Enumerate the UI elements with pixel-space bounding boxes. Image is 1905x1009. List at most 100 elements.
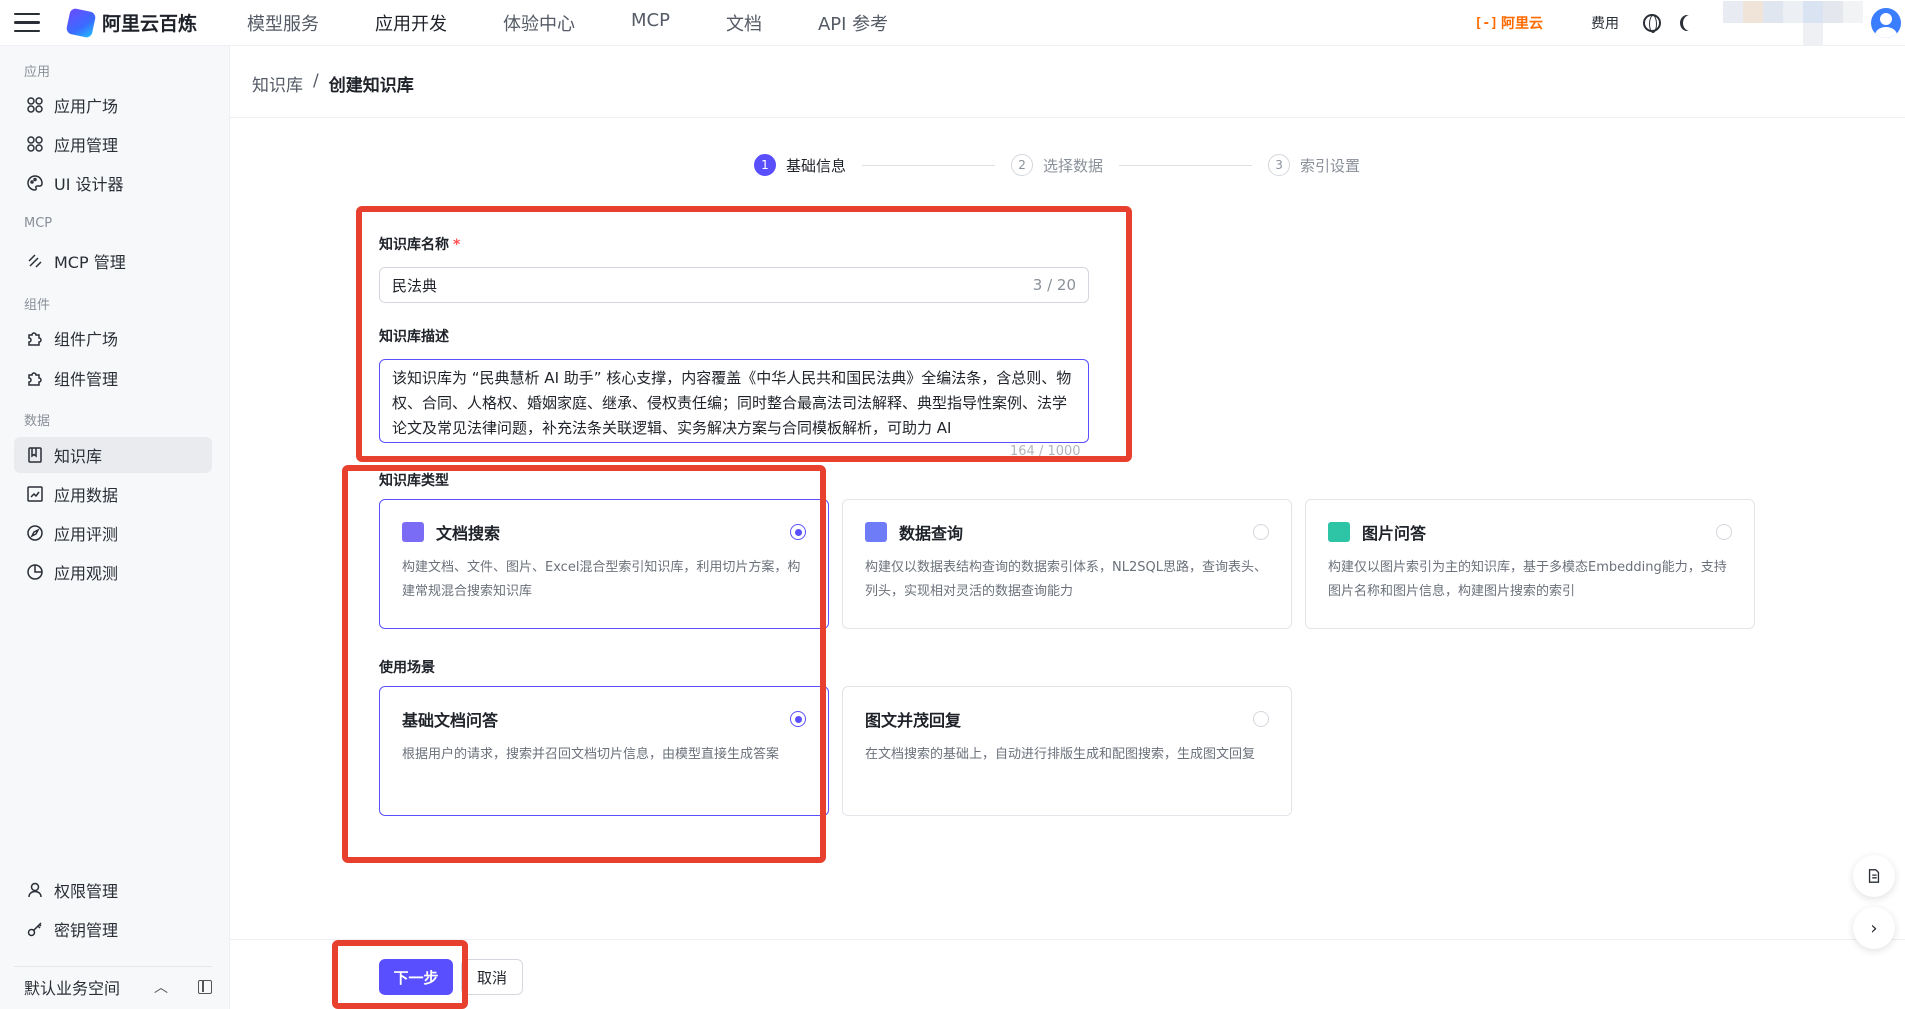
chart-icon — [26, 485, 44, 503]
nav-docs[interactable]: 文档 — [726, 10, 762, 36]
theme-icon[interactable] — [1683, 15, 1697, 31]
breadcrumb: 知识库 / 创建知识库 — [252, 71, 414, 96]
name-char-count: 3 / 20 — [1032, 276, 1076, 294]
plug-icon — [26, 252, 44, 270]
puzzle-icon — [26, 329, 44, 347]
radio-unselected[interactable] — [1253, 711, 1269, 727]
step-label: 索引设置 — [1300, 156, 1361, 175]
breadcrumb-parent[interactable]: 知识库 — [252, 71, 303, 96]
sidebar-item-label: 应用观测 — [54, 564, 119, 583]
sidebar-item-label: 应用管理 — [54, 136, 119, 155]
sidebar-item-app-eval[interactable]: 应用评测 — [14, 515, 212, 551]
step-number: 1 — [754, 154, 776, 176]
chevron-up-icon: ︿ — [154, 979, 168, 996]
sidebar-group-component: 组件 — [24, 298, 51, 313]
brand-logo-icon — [65, 7, 97, 38]
scene-card-rich-reply[interactable]: 图文并茂回复 在文档搜索的基础上，自动进行排版生成和配图搜索，生成图文回复 — [842, 686, 1292, 816]
sidebar-item-ui-designer[interactable]: UI 设计器 — [14, 165, 212, 201]
doc-search-icon — [402, 522, 424, 542]
sidebar-item-app-data[interactable]: 应用数据 — [14, 476, 212, 512]
card-title: 数据查询 — [865, 520, 1269, 544]
fee-link[interactable]: 费用 — [1591, 13, 1619, 33]
nav-mcp[interactable]: MCP — [631, 10, 670, 36]
step-basic-info: 1 基础信息 — [754, 154, 846, 176]
sidebar-item-app-observe[interactable]: 应用观测 — [14, 554, 212, 590]
menu-icon[interactable] — [14, 12, 40, 33]
brand[interactable]: 阿里云百炼 — [65, 7, 197, 38]
card-title: 文档搜索 — [402, 520, 806, 544]
main-content: 知识库 / 创建知识库 1 基础信息 2 选择数据 3 索引设置 知识库名称 * … — [230, 46, 1905, 1009]
top-bar: 阿里云百炼 模型服务 应用开发 体验中心 MCP 文档 API 参考 [-] 阿… — [0, 0, 1905, 46]
scene-card-basic-qa[interactable]: 基础文档问答 根据用户的请求，搜索并召回文档切片信息，由模型直接生成答案 — [379, 686, 829, 816]
step-connector — [862, 164, 996, 166]
document-icon[interactable] — [1853, 855, 1895, 897]
type-card-data-query[interactable]: 数据查询 构建仅以数据表结构查询的数据索引体系，NL2SQL思路，查询表头、列头… — [842, 499, 1292, 629]
workspace-switcher[interactable]: 默认业务空间 ︿ — [14, 966, 212, 1006]
sidebar-item-knowledge[interactable]: 知识库 — [14, 437, 212, 473]
globe-icon[interactable] — [1643, 14, 1661, 33]
step-select-data: 2 选择数据 — [1011, 154, 1103, 176]
card-desc: 根据用户的请求，搜索并召回文档切片信息，由模型直接生成答案 — [402, 747, 780, 762]
sidebar-item-comp-square[interactable]: 组件广场 — [14, 320, 212, 356]
palette-icon — [26, 174, 44, 192]
scene-label: 使用场景 — [379, 660, 435, 676]
nav-api[interactable]: API 参考 — [818, 10, 888, 36]
next-button[interactable]: 下一步 — [379, 959, 453, 995]
type-card-image-qa[interactable]: 图片问答 构建仅以图片索引为主的知识库，基于多模态Embedding能力，支持图… — [1305, 499, 1755, 629]
sidebar-item-comp-manage[interactable]: 组件管理 — [14, 360, 212, 396]
sidebar-item-mcp-manage[interactable]: MCP 管理 — [14, 243, 212, 279]
chevron-right-icon[interactable]: › — [1853, 907, 1895, 949]
collapse-sidebar-icon[interactable] — [198, 979, 212, 994]
step-number: 2 — [1011, 154, 1034, 176]
card-desc: 构建文档、文件、图片、Excel混合型索引知识库，利用切片方案，构建常规混合搜索… — [402, 560, 801, 599]
cancel-button[interactable]: 取消 — [461, 959, 523, 995]
card-title-text: 图片问答 — [1362, 524, 1427, 543]
sidebar-item-label: UI 设计器 — [54, 175, 124, 194]
key-icon — [26, 920, 44, 938]
sidebar-group-data: 数据 — [24, 414, 51, 429]
nav-model-service[interactable]: 模型服务 — [247, 10, 319, 36]
sidebar-item-secret[interactable]: 密钥管理 — [14, 911, 212, 947]
type-card-doc-search[interactable]: 文档搜索 构建文档、文件、图片、Excel混合型索引知识库，利用切片方案，构建常… — [379, 499, 829, 629]
description-textarea[interactable]: 该知识库为 “民典慧析 AI 助手” 核心支撑，内容覆盖《中华人民共和国民法典》… — [379, 359, 1089, 443]
name-input[interactable]: 民法典 3 / 20 — [379, 267, 1089, 303]
nav-experience[interactable]: 体验中心 — [503, 10, 575, 36]
radio-unselected[interactable] — [1716, 524, 1732, 540]
sidebar: 应用 应用广场 应用管理 UI 设计器 MCP MCP 管理 组件 组件广场 组… — [0, 46, 230, 1009]
aliyun-link[interactable]: [-] 阿里云 — [1475, 13, 1543, 33]
name-label-text: 知识库名称 — [379, 237, 449, 253]
sidebar-item-permission[interactable]: 权限管理 — [14, 872, 212, 908]
top-nav: 模型服务 应用开发 体验中心 MCP 文档 API 参考 — [247, 10, 944, 36]
required-mark: * — [453, 237, 461, 253]
sidebar-item-app-square[interactable]: 应用广场 — [14, 87, 212, 123]
name-value: 民法典 — [392, 276, 438, 295]
sidebar-item-label: 组件管理 — [54, 370, 119, 389]
nav-app-dev[interactable]: 应用开发 — [375, 10, 447, 36]
image-qa-icon — [1328, 522, 1350, 542]
divider — [230, 117, 1905, 118]
sidebar-item-label: 应用数据 — [54, 486, 119, 505]
card-desc: 构建仅以数据表结构查询的数据索引体系，NL2SQL思路，查询表头、列头，实现相对… — [865, 560, 1267, 599]
step-label: 基础信息 — [786, 156, 847, 175]
radio-selected[interactable] — [790, 711, 806, 727]
step-number: 3 — [1268, 154, 1291, 176]
sidebar-item-app-manage[interactable]: 应用管理 — [14, 126, 212, 162]
sidebar-item-label: 应用评测 — [54, 525, 119, 544]
grid-icon — [26, 96, 44, 114]
breadcrumb-separator: / — [313, 71, 319, 91]
avatar[interactable] — [1871, 8, 1901, 38]
step-label: 选择数据 — [1043, 156, 1104, 175]
name-label: 知识库名称 * — [379, 234, 460, 254]
desc-label: 知识库描述 — [379, 329, 449, 345]
sidebar-group-mcp: MCP — [24, 216, 53, 231]
divider — [230, 939, 1905, 940]
step-indicator: 1 基础信息 2 选择数据 3 索引设置 — [754, 154, 1360, 176]
card-title-text: 文档搜索 — [436, 524, 501, 543]
step-connector — [1119, 164, 1253, 166]
radio-unselected[interactable] — [1253, 524, 1269, 540]
sidebar-item-label: 知识库 — [54, 447, 103, 466]
sidebar-item-label: MCP 管理 — [54, 253, 126, 272]
radio-selected[interactable] — [790, 524, 806, 540]
card-desc: 在文档搜索的基础上，自动进行排版生成和配图搜索，生成图文回复 — [865, 747, 1256, 762]
puzzle-icon — [26, 369, 44, 387]
